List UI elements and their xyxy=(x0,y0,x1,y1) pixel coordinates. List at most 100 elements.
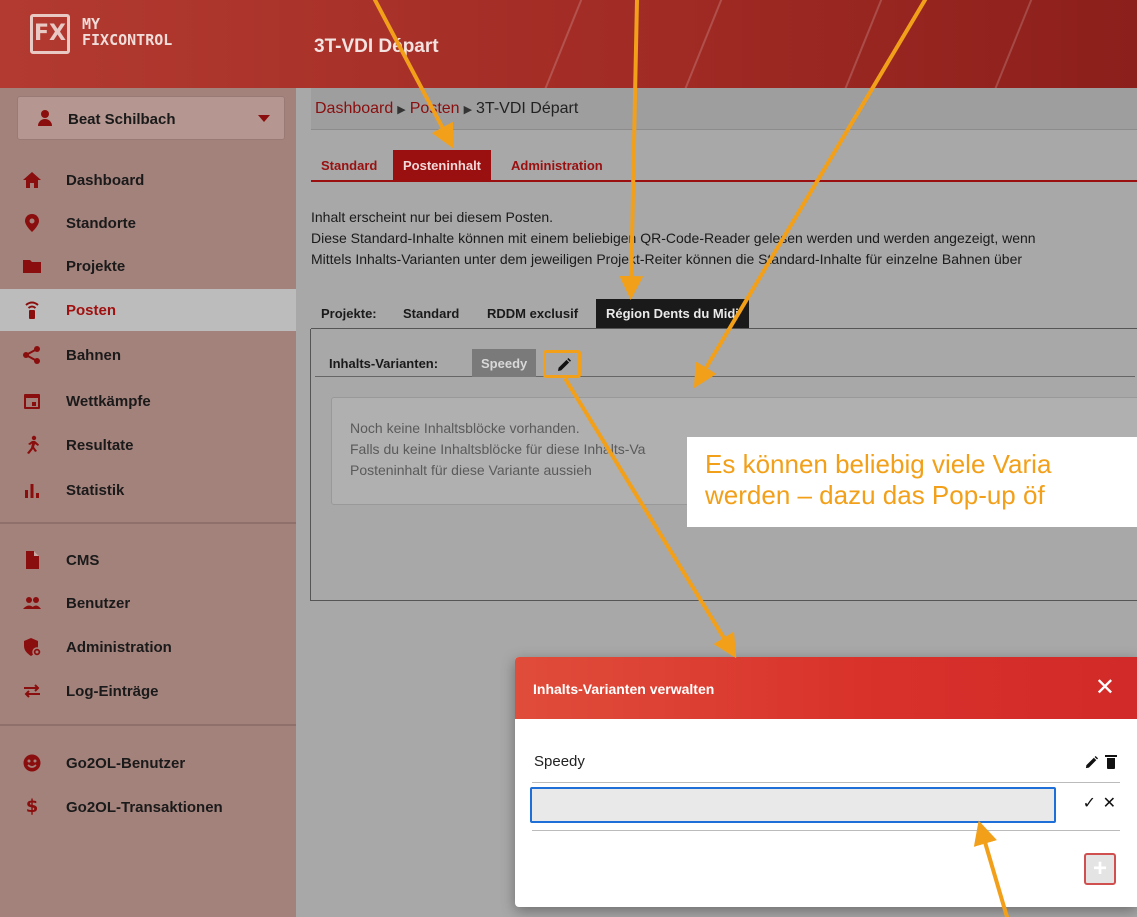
document-icon xyxy=(22,550,42,570)
project-tab-standard[interactable]: Standard xyxy=(393,299,469,328)
sidebar-item-resultate[interactable]: Resultate xyxy=(0,424,296,466)
header-decoration xyxy=(537,0,585,88)
variants-label: Inhalts-Varianten: xyxy=(329,356,439,371)
info-line: Inhalt erscheint nur bei diesem Posten. xyxy=(311,209,554,225)
sidebar-item-posten[interactable]: Posten xyxy=(0,289,296,331)
sidebar-item-label: Standorte xyxy=(66,215,137,232)
sidebar-item-label: Go2OL-Benutzer xyxy=(66,755,186,772)
add-variant-button[interactable]: + xyxy=(1084,853,1116,885)
empty-notice-line: Noch keine Inhaltsblöcke vorhanden. xyxy=(350,420,580,436)
check-icon[interactable]: ✓ xyxy=(1083,793,1096,812)
sidebar-item-label: Projekte xyxy=(66,258,126,275)
beacon-icon xyxy=(22,300,42,320)
modal-title: Inhalts-Varianten verwalten xyxy=(533,681,715,697)
logo-icon[interactable]: FX xyxy=(30,14,70,54)
caret-down-icon xyxy=(258,115,270,122)
sidebar-item-dashboard[interactable]: Dashboard xyxy=(0,159,296,201)
breadcrumb-bar: Dashboard ▶ Posten ▶ 3T-VDI Départ xyxy=(311,88,1137,130)
tab-standard[interactable]: Standard xyxy=(311,150,387,180)
empty-notice-line: Falls du keine Inhaltsblöcke für diese I… xyxy=(350,441,646,457)
sidebar-item-label: Posten xyxy=(66,302,117,319)
project-tab-rddm-exclusif[interactable]: RDDM exclusif xyxy=(477,299,588,328)
callout-line: Es können beliebig viele Varia xyxy=(705,449,1052,479)
close-icon[interactable]: ✕ xyxy=(1095,675,1115,699)
empty-notice-line: Posteninhalt für diese Variante aussieh xyxy=(350,462,592,478)
header-decoration xyxy=(677,0,725,88)
sidebar-item-log-eintraege[interactable]: Log-Einträge xyxy=(0,670,296,712)
user-icon xyxy=(38,110,52,126)
variants-row: Inhalts-Varianten: Speedy xyxy=(315,347,1135,378)
breadcrumb-current: 3T-VDI Départ xyxy=(476,100,579,117)
info-text: Inhalt erscheint nur bei diesem Posten. … xyxy=(311,207,1036,270)
sidebar-item-standorte[interactable]: Standorte xyxy=(0,202,296,244)
logo-line2: FIXCONTROL xyxy=(82,31,173,49)
breadcrumb-link-dashboard[interactable]: Dashboard xyxy=(315,100,393,117)
sidebar-item-statistik[interactable]: Statistik xyxy=(0,469,296,511)
content-tabs: Standard Posteninhalt Administration xyxy=(311,150,1137,182)
logo-line1: MY xyxy=(82,15,101,33)
share-icon xyxy=(22,345,42,365)
bar-chart-icon xyxy=(22,480,42,500)
sidebar-item-label: Resultate xyxy=(66,437,134,454)
cancel-icon[interactable]: ✕ xyxy=(1103,793,1116,812)
page-title: 3T-VDI Départ xyxy=(314,36,439,57)
sidebar-item-administration[interactable]: Administration xyxy=(0,626,296,668)
sidebar-item-bahnen[interactable]: Bahnen xyxy=(0,334,296,376)
sidebar-item-wettkaempfe[interactable]: Wettkämpfe xyxy=(0,380,296,422)
breadcrumb: Dashboard ▶ Posten ▶ 3T-VDI Départ xyxy=(315,100,578,118)
new-variant-row: ✓ ✕ xyxy=(530,785,1120,831)
variant-list-item: Speedy xyxy=(532,745,1120,783)
trash-icon[interactable] xyxy=(1105,755,1117,769)
tab-posteninhalt[interactable]: Posteninhalt xyxy=(393,150,492,180)
edit-variants-button[interactable] xyxy=(543,350,581,378)
user-menu[interactable]: Beat Schilbach xyxy=(17,96,285,140)
project-tab-region-dents-du-midi[interactable]: Région Dents du Midi xyxy=(596,299,749,328)
calendar-icon xyxy=(22,391,42,411)
variant-name: Speedy xyxy=(534,753,585,770)
variant-chip-speedy[interactable]: Speedy xyxy=(472,349,537,377)
breadcrumb-separator-icon: ▶ xyxy=(397,104,406,116)
home-icon xyxy=(22,170,42,190)
sidebar-item-label: Wettkämpfe xyxy=(66,393,151,410)
empty-notice-text: Noch keine Inhaltsblöcke vorhanden. Fall… xyxy=(350,418,645,481)
new-variant-input[interactable] xyxy=(530,787,1056,823)
sidebar-item-label: Benutzer xyxy=(66,595,131,612)
manage-variants-modal: Inhalts-Varianten verwalten ✕ Speedy ✓ ✕… xyxy=(515,657,1137,907)
map-pin-icon xyxy=(22,213,42,233)
sidebar-item-label: CMS xyxy=(66,552,100,569)
header-decoration xyxy=(837,0,885,88)
sidebar-item-cms[interactable]: CMS xyxy=(0,539,296,581)
sidebar-item-go2ol-transaktionen[interactable]: $ Go2OL-Transaktionen xyxy=(0,786,296,828)
pencil-icon[interactable] xyxy=(1084,755,1099,769)
sidebar-item-projekte[interactable]: Projekte xyxy=(0,245,296,287)
sidebar-item-label: Log-Einträge xyxy=(66,683,159,700)
sidebar-item-label: Go2OL-Transaktionen xyxy=(66,799,223,816)
info-line: Diese Standard-Inhalte können mit einem … xyxy=(311,230,1036,246)
breadcrumb-separator-icon: ▶ xyxy=(463,104,473,116)
info-line: Mittels Inhalts-Varianten unter dem jewe… xyxy=(311,251,1023,267)
project-tabs: Projekte: Standard RDDM exclusif Région … xyxy=(311,299,1137,329)
projects-label: Projekte: xyxy=(321,306,377,321)
tab-administration[interactable]: Administration xyxy=(501,150,613,180)
runner-icon xyxy=(22,435,42,455)
sidebar-divider xyxy=(0,522,296,524)
sidebar-item-go2ol-benutzer[interactable]: Go2OL-Benutzer xyxy=(0,742,296,784)
breadcrumb-link-posten[interactable]: Posten xyxy=(410,100,460,117)
shield-gear-icon xyxy=(22,637,42,657)
app-header: FX MY FIXCONTROL 3T-VDI Départ xyxy=(0,0,1137,88)
modal-header: Inhalts-Varianten verwalten ✕ xyxy=(515,657,1137,719)
sidebar-item-benutzer[interactable]: Benutzer xyxy=(0,582,296,624)
logo-text[interactable]: MY FIXCONTROL xyxy=(82,16,172,48)
sidebar-divider xyxy=(0,724,296,726)
folder-icon xyxy=(22,256,42,276)
pencil-icon xyxy=(556,357,571,371)
sidebar-item-label: Administration xyxy=(66,639,172,656)
arrows-icon xyxy=(22,681,42,701)
user-name: Beat Schilbach xyxy=(68,111,176,128)
sidebar: Beat Schilbach Dashboard Standorte Proje… xyxy=(0,88,296,917)
header-decoration xyxy=(987,0,1035,88)
smiley-icon xyxy=(22,753,42,773)
sidebar-item-label: Statistik xyxy=(66,482,125,499)
annotation-callout: Es können beliebig viele Varia werden – … xyxy=(687,437,1137,527)
users-icon xyxy=(22,593,42,613)
